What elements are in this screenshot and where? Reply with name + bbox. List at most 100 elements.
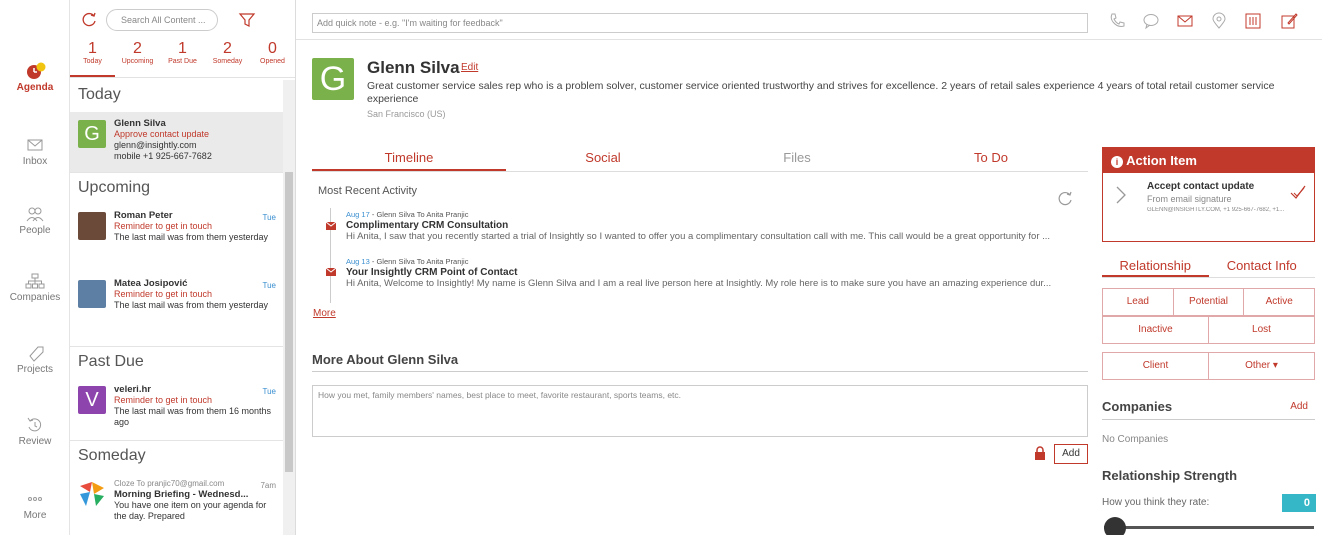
nav-projects-label: Projects bbox=[16, 364, 54, 375]
relationship-tabs: Relationship Contact Info bbox=[1102, 258, 1315, 278]
strength-prompt: How you think they rate: bbox=[1102, 497, 1210, 508]
chevron-right-icon[interactable] bbox=[1115, 185, 1127, 205]
nav-more[interactable]: More bbox=[0, 490, 70, 521]
quick-note-bar: Add quick note - e.g. "I'm waiting for f… bbox=[296, 0, 1322, 40]
approve-check-icon[interactable] bbox=[1289, 183, 1307, 201]
list-item[interactable]: G Glenn Silva Approve contact update gle… bbox=[70, 112, 284, 172]
item-meta: Cloze To pranjic70@gmail.com bbox=[114, 479, 225, 488]
timeline-refresh-icon[interactable] bbox=[1056, 190, 1074, 208]
timeline-activity[interactable]: Aug 17 - Glenn Silva To Anita Pranjic Co… bbox=[346, 209, 1076, 242]
activity-date: Aug 13 bbox=[346, 257, 370, 266]
scrollbar-thumb[interactable] bbox=[285, 172, 293, 472]
lock-icon[interactable] bbox=[1034, 446, 1046, 460]
tab-relationship[interactable]: Relationship bbox=[1102, 258, 1209, 277]
cloze-logo-icon bbox=[80, 482, 104, 506]
action-item-body[interactable]: Accept contact update From email signatu… bbox=[1103, 173, 1314, 241]
count-upcoming-value: 2 bbox=[133, 40, 142, 57]
activity-meta: - Glenn Silva To Anita Pranjic bbox=[369, 210, 469, 219]
tab-social[interactable]: Social bbox=[506, 150, 700, 171]
tab-files[interactable]: Files bbox=[700, 150, 894, 171]
companies-divider bbox=[1102, 419, 1315, 420]
phone-icon[interactable] bbox=[1108, 12, 1126, 30]
inbox-icon bbox=[27, 139, 43, 151]
stage-client[interactable]: Client bbox=[1103, 353, 1209, 379]
item-note: The last mail was from them yesterday bbox=[114, 232, 269, 242]
item-name: Matea Josipović bbox=[114, 278, 188, 289]
agenda-count-tabs: 1 Today 2 Upcoming 1 Past Due 2 Someday 0 Ope… bbox=[70, 40, 295, 78]
tab-todo[interactable]: To Do bbox=[894, 150, 1088, 171]
stage-potential[interactable]: Potential bbox=[1174, 289, 1245, 315]
stage-row-1: Lead Potential Active bbox=[1102, 288, 1315, 316]
count-someday-value: 2 bbox=[223, 40, 232, 57]
activity-title: Complimentary CRM Consultation bbox=[346, 220, 509, 231]
count-tab-today[interactable]: 1 Today bbox=[70, 40, 115, 77]
avatar: G bbox=[78, 120, 106, 148]
nav-people-label: People bbox=[19, 225, 51, 236]
count-tab-upcoming[interactable]: 2 Upcoming bbox=[115, 40, 160, 77]
item-day: Tue bbox=[262, 213, 277, 222]
count-pastdue-label: Past Due bbox=[168, 58, 197, 65]
chat-bubble-icon[interactable] bbox=[1142, 12, 1160, 30]
avatar bbox=[78, 280, 106, 308]
filter-funnel-icon[interactable] bbox=[238, 11, 256, 29]
action-item-card: i Action Item Accept contact update From… bbox=[1102, 147, 1315, 242]
agenda-scrollbar[interactable] bbox=[283, 80, 295, 535]
stage-lead[interactable]: Lead bbox=[1103, 289, 1174, 315]
item-note: The last mail was from them 16 months ag… bbox=[114, 406, 272, 427]
add-company-link[interactable]: Add bbox=[1290, 401, 1308, 412]
nav-agenda[interactable]: Agenda bbox=[0, 62, 70, 93]
list-item[interactable]: V veleri.hr Tue Reminder to get in touch… bbox=[70, 378, 284, 440]
agenda-list[interactable]: Today G Glenn Silva Approve contact upda… bbox=[70, 80, 284, 535]
timeline-activity[interactable]: Aug 13 - Glenn Silva To Anita Pranjic Yo… bbox=[346, 256, 1076, 289]
nav-people[interactable]: People bbox=[0, 205, 70, 236]
email-icon[interactable] bbox=[1176, 12, 1194, 30]
strength-slider-track[interactable] bbox=[1104, 526, 1314, 529]
stage-inactive[interactable]: Inactive bbox=[1103, 317, 1209, 343]
list-item[interactable]: Cloze To pranjic70@gmail.com 7am Morning… bbox=[70, 472, 284, 532]
section-pastdue-heading: Past Due bbox=[70, 346, 284, 378]
activity-body: Hi Anita, I saw that you recently starte… bbox=[346, 231, 1051, 242]
section-someday-heading: Someday bbox=[70, 440, 284, 472]
main-nav: Agenda Inbox People Companies Projects R… bbox=[0, 0, 70, 535]
add-notes-button[interactable]: Add bbox=[1054, 444, 1088, 464]
more-activity-link[interactable]: More bbox=[313, 308, 336, 319]
more-about-heading: More About Glenn Silva bbox=[312, 352, 1088, 372]
stage-active[interactable]: Active bbox=[1244, 289, 1314, 315]
count-today-value: 1 bbox=[88, 40, 97, 57]
action-item-header: i Action Item bbox=[1103, 148, 1314, 173]
item-action: Reminder to get in touch bbox=[114, 395, 213, 405]
edit-note-icon[interactable] bbox=[1280, 12, 1298, 30]
people-icon bbox=[26, 207, 44, 222]
stage-lost[interactable]: Lost bbox=[1209, 317, 1314, 343]
projects-tag-icon bbox=[29, 346, 44, 362]
count-tab-opened[interactable]: 0 Opened bbox=[250, 40, 295, 77]
nav-projects[interactable]: Projects bbox=[0, 344, 70, 375]
count-pastdue-value: 1 bbox=[178, 40, 187, 57]
item-email: glenn@insightly.com bbox=[114, 140, 197, 150]
agenda-panel: Search All Content ... 1 Today 2 Upcoming … bbox=[70, 0, 296, 535]
nav-companies[interactable]: Companies bbox=[0, 272, 70, 303]
stage-other-dropdown[interactable]: Other ▾ bbox=[1209, 353, 1314, 379]
quick-note-input[interactable]: Add quick note - e.g. "I'm waiting for f… bbox=[312, 13, 1088, 33]
nav-inbox[interactable]: Inbox bbox=[0, 136, 70, 167]
tab-contact-info[interactable]: Contact Info bbox=[1209, 258, 1316, 277]
background-notes-input[interactable]: How you met, family members' names, best… bbox=[312, 385, 1088, 437]
list-item[interactable]: Matea Josipović Tue Reminder to get in t… bbox=[70, 272, 284, 346]
edit-contact-link[interactable]: Edit bbox=[461, 62, 478, 73]
no-companies-text: No Companies bbox=[1102, 434, 1169, 445]
item-name: veleri.hr bbox=[114, 384, 151, 395]
contact-description: Great customer service sales rep who is … bbox=[367, 80, 1275, 105]
count-tab-someday[interactable]: 2 Someday bbox=[205, 40, 250, 77]
item-note: The last mail was from them yesterday bbox=[114, 300, 269, 310]
sliders-icon[interactable] bbox=[1244, 12, 1262, 30]
nav-review[interactable]: Review bbox=[0, 416, 70, 447]
search-input[interactable]: Search All Content ... bbox=[106, 9, 218, 31]
location-pin-icon[interactable] bbox=[1210, 12, 1228, 30]
contact-name: Glenn Silva bbox=[367, 58, 460, 77]
item-time: 7am bbox=[260, 481, 276, 490]
count-tab-pastdue[interactable]: 1 Past Due bbox=[160, 40, 205, 77]
list-item[interactable]: Roman Peter Tue Reminder to get in touch… bbox=[70, 204, 284, 272]
refresh-icon[interactable] bbox=[80, 11, 98, 29]
strength-slider-handle[interactable] bbox=[1104, 517, 1126, 535]
tab-timeline[interactable]: Timeline bbox=[312, 150, 506, 171]
